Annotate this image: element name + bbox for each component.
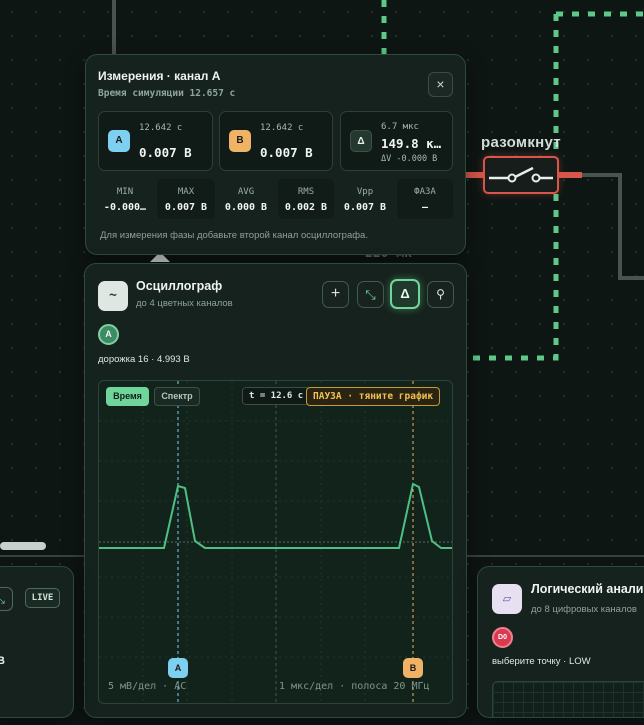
stat-value: 0.007 В (343, 202, 387, 213)
left-instrument-panel: ⤡ LIVE В (0, 566, 74, 718)
cursor-a-value: 0.007 В (139, 145, 192, 160)
stat-value: -0.000… (103, 202, 147, 213)
delta-time: 6.7 мкс (381, 122, 419, 132)
stat-label: Vpp (356, 187, 374, 197)
vertical-scale: 5 мВ/дел · AC (108, 681, 187, 692)
add-channel-button[interactable]: + (322, 281, 349, 308)
wave-icon: ~ (98, 281, 128, 311)
logic-screen[interactable] (492, 681, 644, 717)
stat-label: MIN (116, 187, 134, 197)
stat-vpp: Vpp 0.007 В (338, 179, 392, 219)
pause-badge[interactable]: ПАУЗА · тяните график (306, 387, 441, 406)
oscilloscope-title: Осциллограф (136, 279, 223, 293)
oscilloscope-screen[interactable]: Время Спектр t = 12.6 с ПАУЗА · тяните г… (98, 380, 453, 704)
switch-icon (489, 166, 553, 183)
stat-phase: ФАЗА — (397, 179, 453, 219)
cursor-a-handle[interactable]: A (168, 658, 188, 678)
logic-icon: ▱ (492, 584, 522, 614)
left-panel-value: В (0, 655, 5, 667)
cursor-a-time: 12.642 с (139, 123, 183, 133)
mode-spectrum-tab[interactable]: Спектр (154, 387, 200, 406)
delta-voltage: ΔV -0.000 В (381, 154, 438, 164)
stat-value: 0.007 В (164, 202, 208, 213)
delta-frequency: 149.8 к… (381, 136, 442, 151)
cursor-a-readout: A 12.642 с 0.007 В (98, 111, 213, 171)
stat-label: RMS (297, 187, 315, 197)
delta-cursor-button[interactable]: Δ (390, 279, 420, 309)
stat-rms: RMS 0.002 В (278, 179, 334, 219)
measurement-panel: Измерения · канал A Время симуляции 12.6… (85, 54, 466, 255)
logic-subtitle: до 8 цифровых каналов (531, 604, 637, 615)
stat-avg: AVG 0.000 В (219, 179, 273, 219)
simulation-time: Время симуляции 12.657 с (98, 88, 236, 99)
phase-hint: Для измерения фазы добавьте второй канал… (100, 230, 368, 241)
stat-label: ФАЗА (414, 187, 436, 197)
horizontal-scrollbar[interactable] (0, 542, 46, 550)
delta-badge: Δ (350, 130, 372, 152)
stat-max: MAX 0.007 В (157, 179, 215, 219)
cursor-a-badge: A (108, 130, 130, 152)
oscilloscope-panel: ~ Осциллограф до 4 цветных каналов + ⤡ Δ… (84, 263, 467, 718)
logic-point-hint: выберите точку · LOW (492, 656, 591, 667)
delta-readout: Δ 6.7 мкс 149.8 к… ΔV -0.000 В (340, 111, 453, 171)
stat-label: AVG (237, 187, 255, 197)
stat-value: 0.000 В (224, 202, 268, 213)
channel-a-badge[interactable]: A (98, 324, 119, 345)
time-readout: t = 12.6 с (242, 387, 311, 405)
cursor-b-handle[interactable]: B (403, 658, 423, 678)
expand-icon[interactable]: ⤡ (0, 587, 13, 611)
cursor-b-time: 12.642 с (260, 123, 304, 133)
waveform-plot (99, 381, 452, 703)
stat-value: — (421, 202, 429, 213)
logic-analyzer-panel: ▱ Логический анализатор до 8 цифровых ка… (477, 566, 644, 718)
collapse-button[interactable]: ⤡ (357, 281, 384, 308)
logic-title: Логический анализатор (531, 582, 644, 596)
measurement-title: Измерения · канал A (98, 69, 221, 83)
stat-value: 0.002 В (284, 202, 328, 213)
cursor-b-badge: B (229, 130, 251, 152)
horizontal-scale: 1 мкс/дел · полоса 20 МГц (279, 681, 430, 692)
live-badge[interactable]: LIVE (25, 588, 60, 608)
probe-button[interactable]: ⚲ (427, 281, 454, 308)
oscilloscope-subtitle: до 4 цветных каналов (136, 298, 233, 309)
mode-time-tab[interactable]: Время (106, 387, 149, 406)
cursor-b-readout: B 12.642 с 0.007 В (219, 111, 333, 171)
stat-label: MAX (177, 187, 195, 197)
track-readout: дорожка 16 · 4.993 В (98, 354, 190, 365)
wire-right (559, 173, 644, 280)
switch-component[interactable] (483, 156, 559, 194)
close-button[interactable]: × (428, 72, 453, 97)
cursor-b-value: 0.007 В (260, 145, 313, 160)
switch-state-label: разомкнут (481, 134, 561, 151)
stat-min: MIN -0.000… (98, 179, 152, 219)
channel-d0-badge[interactable]: D0 (492, 627, 513, 648)
